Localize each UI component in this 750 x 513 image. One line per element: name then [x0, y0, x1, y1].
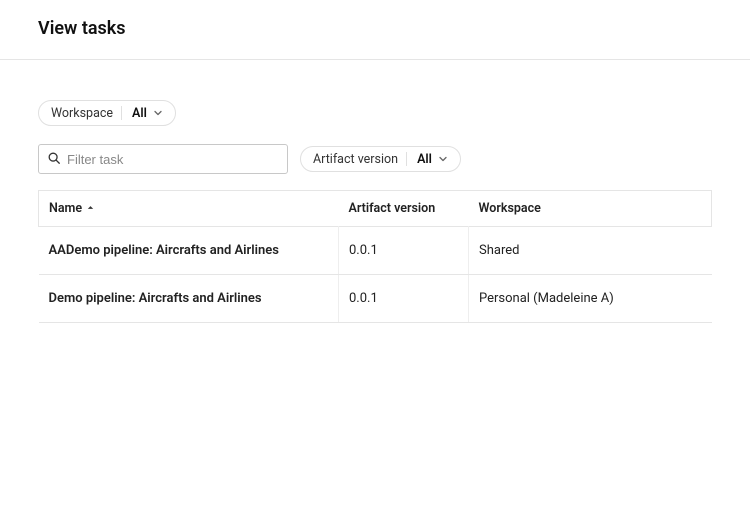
table-header-row: Name Artifact version Workspace: [39, 191, 712, 227]
column-header-artifact-version[interactable]: Artifact version: [339, 191, 469, 227]
header-bar: View tasks: [0, 0, 750, 60]
sort-ascending-icon: [86, 201, 95, 216]
task-name-cell: Demo pipeline: Aircrafts and Airlines: [39, 275, 339, 323]
page-title: View tasks: [38, 18, 712, 39]
filter-row-search: Artifact version All: [38, 144, 712, 174]
artifact-version-filter-label: Artifact version: [313, 152, 398, 167]
divider-vertical: [121, 106, 122, 120]
divider-vertical: [406, 152, 407, 166]
task-workspace-cell: Personal (Madeleine A): [469, 275, 712, 323]
workspace-filter-value: All: [132, 106, 147, 121]
column-header-name-label: Name: [49, 201, 82, 216]
tasks-table: Name Artifact version Workspace AADemo p…: [38, 190, 712, 323]
filter-row-workspace: Workspace All: [38, 100, 712, 126]
task-version-cell: 0.0.1: [339, 275, 469, 323]
table-row[interactable]: AADemo pipeline: Aircrafts and Airlines …: [39, 227, 712, 275]
main-content: Workspace All Artifact version All: [0, 60, 750, 323]
column-header-name[interactable]: Name: [39, 191, 339, 227]
search-input-wrapper[interactable]: [38, 144, 288, 174]
chevron-down-icon: [153, 108, 163, 118]
column-header-artifact-version-label: Artifact version: [349, 201, 436, 216]
artifact-version-filter[interactable]: Artifact version All: [300, 146, 461, 172]
column-header-workspace[interactable]: Workspace: [469, 191, 712, 227]
task-name-cell: AADemo pipeline: Aircrafts and Airlines: [39, 227, 339, 275]
search-icon: [47, 150, 61, 169]
workspace-filter-label: Workspace: [51, 106, 113, 121]
column-header-workspace-label: Workspace: [479, 201, 541, 216]
table-row[interactable]: Demo pipeline: Aircrafts and Airlines 0.…: [39, 275, 712, 323]
artifact-version-filter-value: All: [417, 152, 432, 167]
task-version-cell: 0.0.1: [339, 227, 469, 275]
task-workspace-cell: Shared: [469, 227, 712, 275]
search-input[interactable]: [67, 152, 279, 167]
chevron-down-icon: [438, 154, 448, 164]
workspace-filter[interactable]: Workspace All: [38, 100, 176, 126]
